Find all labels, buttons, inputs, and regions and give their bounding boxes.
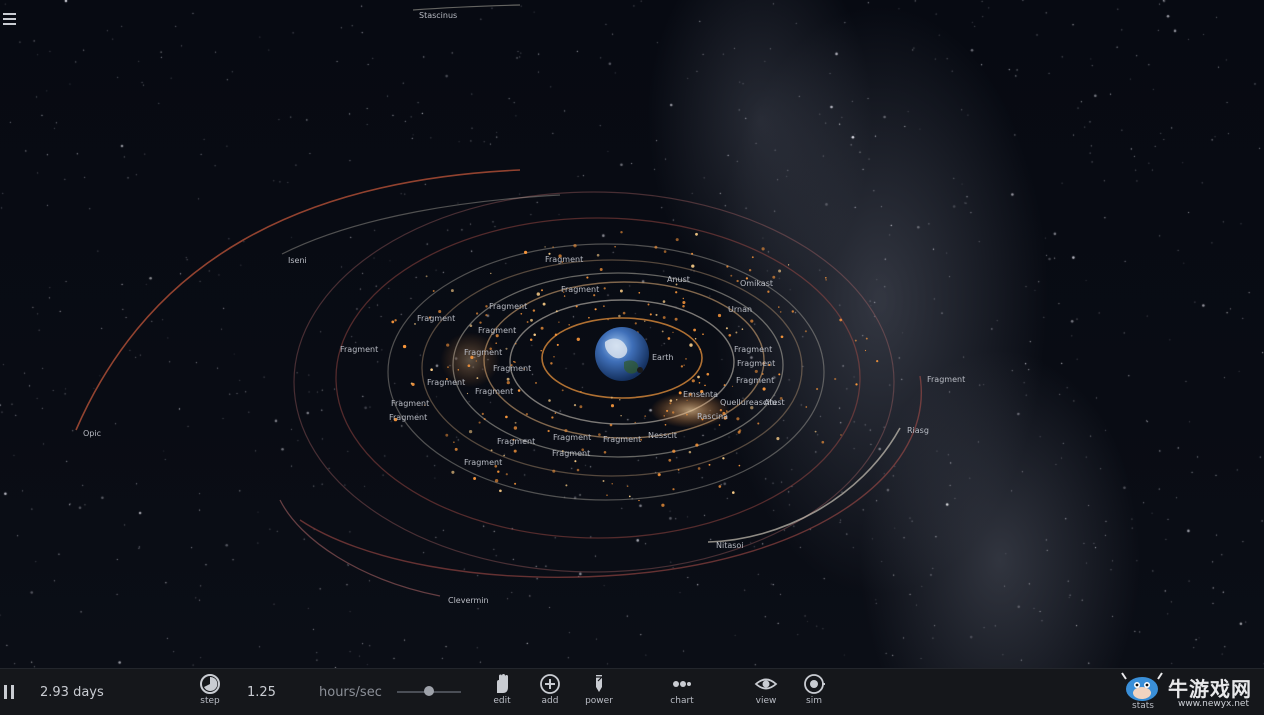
dots-chart-icon xyxy=(673,681,691,687)
orbit-path xyxy=(412,4,521,11)
earth-label[interactable]: Earth xyxy=(652,353,673,363)
watermark-text: 牛游戏网 xyxy=(1168,677,1252,701)
sim-button[interactable]: sim xyxy=(792,673,836,713)
cow-mascot-icon xyxy=(1121,672,1163,701)
body-label[interactable]: Fragment xyxy=(736,376,774,386)
body-label[interactable]: Fragment xyxy=(927,375,965,385)
body-label[interactable]: Emsenta xyxy=(683,390,718,400)
body-label[interactable]: Fragment xyxy=(475,387,513,397)
body-label[interactable]: Fragment xyxy=(737,359,775,369)
body-label[interactable]: Nesscit xyxy=(648,431,677,441)
speed-slider[interactable] xyxy=(397,686,461,696)
stats-label[interactable]: stats xyxy=(1132,701,1154,711)
power-button[interactable]: power xyxy=(577,673,621,713)
body-label[interactable]: Rascina xyxy=(697,412,728,422)
rocket-icon xyxy=(596,675,604,692)
sim-target-icon xyxy=(804,674,825,694)
body-label[interactable]: Fragment xyxy=(497,437,535,447)
body-label[interactable]: Fragment xyxy=(493,364,531,374)
body-label[interactable]: Riasg xyxy=(907,426,929,436)
edit-label: edit xyxy=(493,696,511,706)
body-label[interactable]: Fragment xyxy=(561,285,599,295)
body-label[interactable]: Fragment xyxy=(734,345,772,355)
add-circle-icon xyxy=(540,674,560,694)
add-label: add xyxy=(541,696,559,706)
sim-label: sim xyxy=(806,696,822,706)
orbit-path xyxy=(75,169,521,431)
step-icon xyxy=(200,674,220,694)
add-button[interactable]: add xyxy=(528,673,572,713)
edit-button[interactable]: edit xyxy=(480,673,524,713)
body-label[interactable]: Fragment xyxy=(478,326,516,336)
chart-label: chart xyxy=(670,696,694,706)
speed-value: 1.25 xyxy=(247,685,276,700)
body-label[interactable]: Fragment xyxy=(340,345,378,355)
speed-unit: hours/sec xyxy=(319,685,382,700)
chart-button[interactable]: chart xyxy=(660,673,704,713)
body-label[interactable]: Fragment xyxy=(427,378,465,388)
hand-icon xyxy=(497,674,508,693)
orbit-view[interactable] xyxy=(0,0,1264,668)
body-label[interactable]: Stascinus xyxy=(419,11,457,21)
step-button[interactable]: step xyxy=(188,673,232,713)
body-label[interactable]: Omikast xyxy=(740,279,773,289)
watermark-url: www.newyx.net xyxy=(1178,699,1250,709)
body-label[interactable]: Fragment xyxy=(552,449,590,459)
main-menu-button[interactable] xyxy=(3,13,16,25)
earth-planet[interactable] xyxy=(595,327,649,381)
body-label[interactable]: Fragment xyxy=(417,314,455,324)
body-label[interactable]: Fragment xyxy=(553,433,591,443)
body-label[interactable]: Clevermin xyxy=(448,596,489,606)
body-label[interactable]: Fragment xyxy=(603,435,641,445)
body-label[interactable]: Fragment xyxy=(389,413,427,423)
pause-button[interactable] xyxy=(4,685,16,699)
simulation-viewport[interactable]: Stascinus Iseni Opic Fragment Fragment Fragme… xyxy=(0,0,1264,668)
speed-slider-knob[interactable] xyxy=(424,686,434,696)
body-label[interactable]: Opic xyxy=(83,429,101,439)
body-label[interactable]: Urnan xyxy=(728,305,752,315)
orbit-path xyxy=(293,191,895,573)
body-label[interactable]: Fragment xyxy=(545,255,583,265)
orbit-path xyxy=(707,427,901,543)
body-label[interactable]: Fragment xyxy=(391,399,429,409)
view-label: view xyxy=(755,696,777,706)
body-label[interactable]: Iseni xyxy=(288,256,307,266)
body-label[interactable]: Anust xyxy=(667,275,690,285)
watermark-logo: stats 牛游戏网 www.newyx.net xyxy=(1120,671,1260,713)
view-button[interactable]: view xyxy=(744,673,788,713)
power-label: power xyxy=(585,696,613,706)
body-label[interactable]: Fragment xyxy=(489,302,527,312)
step-label: step xyxy=(200,696,220,706)
body-label[interactable]: Atest xyxy=(764,398,785,408)
bottom-toolbar: 2.93 days step 1.25 hours/sec edit add p… xyxy=(0,668,1264,715)
body-label[interactable]: Nitasoi xyxy=(716,541,744,551)
elapsed-time: 2.93 days xyxy=(40,685,104,700)
eye-icon xyxy=(754,678,778,690)
body-label[interactable]: Fragment xyxy=(464,458,502,468)
body-label[interactable]: Fragment xyxy=(464,348,502,358)
